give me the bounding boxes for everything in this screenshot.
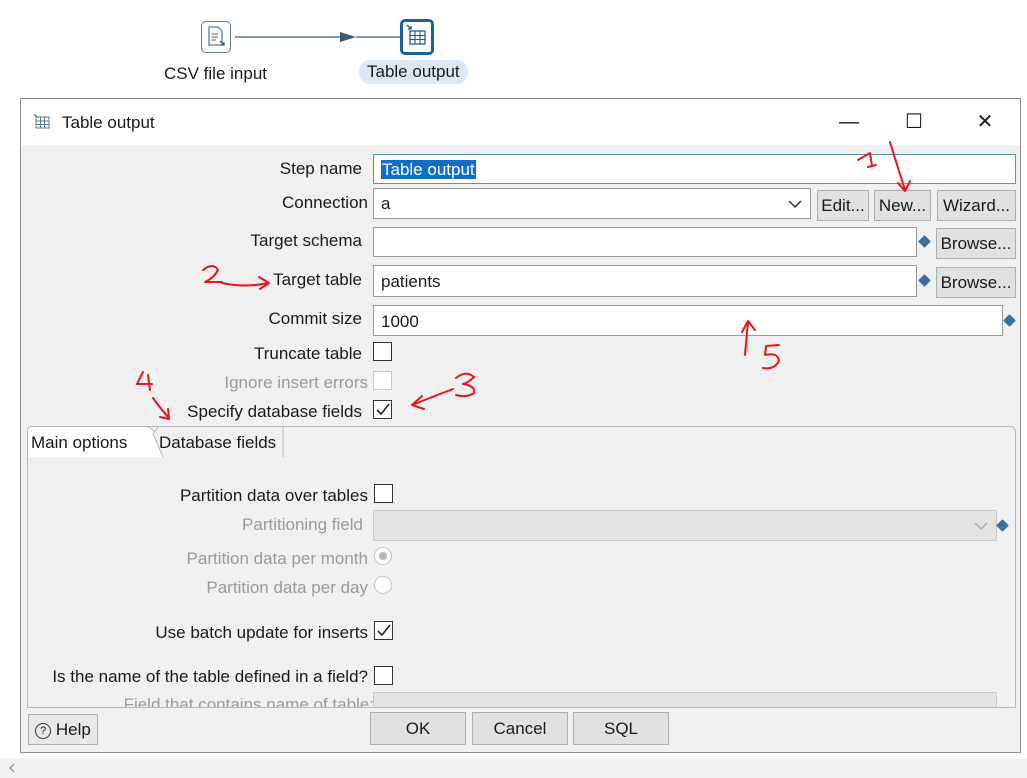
annotation-4 (136, 371, 153, 391)
annotation-arrow-5 (741, 320, 756, 356)
annotation-overlay (136, 141, 911, 420)
annotation-3 (455, 372, 476, 398)
annotation-2 (202, 265, 223, 283)
annotation-arrow-1 (889, 141, 911, 192)
annotation-arrow-3 (411, 388, 454, 410)
annotation-arrow-2 (221, 276, 270, 290)
annotation-5 (762, 344, 780, 370)
annotation-1 (857, 152, 877, 168)
annotation-arrow-4 (152, 397, 170, 420)
